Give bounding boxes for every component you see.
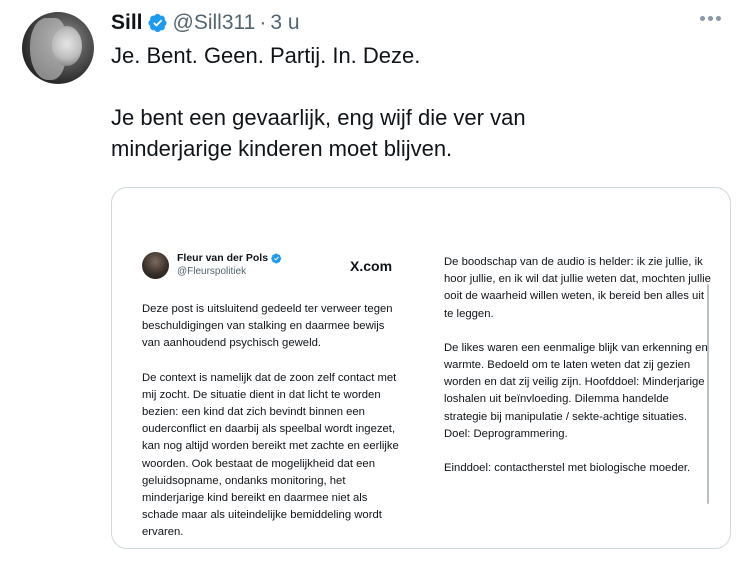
separator-dot: ·	[259, 11, 267, 34]
embedded-paragraph: De boodschap van de audio is helder: ik …	[444, 256, 711, 320]
embedded-scrollbar	[707, 284, 709, 504]
tweet-header: Sill @Sill311 · 3 u	[111, 10, 300, 36]
more-dot	[708, 16, 713, 21]
more-dot	[716, 16, 721, 21]
author-handle[interactable]: @Sill311	[173, 11, 256, 35]
author-avatar[interactable]	[22, 12, 94, 84]
embedded-author-handle: @Fleurspolitiek	[177, 266, 247, 277]
embedded-verified-icon	[271, 253, 282, 263]
embedded-author: Fleur van der Pols @Fleurspolitiek	[142, 252, 282, 279]
more-options-icon[interactable]	[700, 16, 721, 21]
embedded-author-name: Fleur van der Pols	[177, 252, 269, 264]
author-name[interactable]: Sill	[111, 11, 143, 35]
embedded-right-column: De boodschap van de audio is helder: ik …	[444, 254, 714, 494]
embedded-paragraph: Einddoel: contactherstel met biologische…	[444, 462, 691, 475]
tweet-body: Je. Bent. Geen. Partij. In. Deze. Je ben…	[111, 40, 711, 164]
tweet-line: minderjarige kinderen moet blijven.	[111, 136, 453, 161]
embedded-avatar	[142, 252, 169, 279]
embedded-paragraph: Deze post is uitsluitend gedeeld ter ver…	[142, 303, 393, 350]
tweet-time[interactable]: 3 u	[270, 11, 299, 35]
tweet-line: Je bent een gevaarlijk, eng wijf die ver…	[111, 105, 526, 130]
embedded-paragraph: De context is namelijk dat de zoon zelf …	[142, 371, 399, 539]
avatar-face	[52, 26, 82, 66]
attached-image[interactable]: Fleur van der Pols @Fleurspolitiek X.com…	[111, 187, 731, 549]
source-label: X.com	[350, 258, 393, 274]
more-dot	[700, 16, 705, 21]
verified-badge-icon	[147, 13, 167, 33]
tweet-line: Je. Bent. Geen. Partij. In. Deze.	[111, 43, 421, 68]
embedded-left-column: Deze post is uitsluitend gedeeld ter ver…	[142, 301, 402, 548]
embedded-paragraph: De likes waren een eenmalige blijk van e…	[444, 341, 708, 440]
